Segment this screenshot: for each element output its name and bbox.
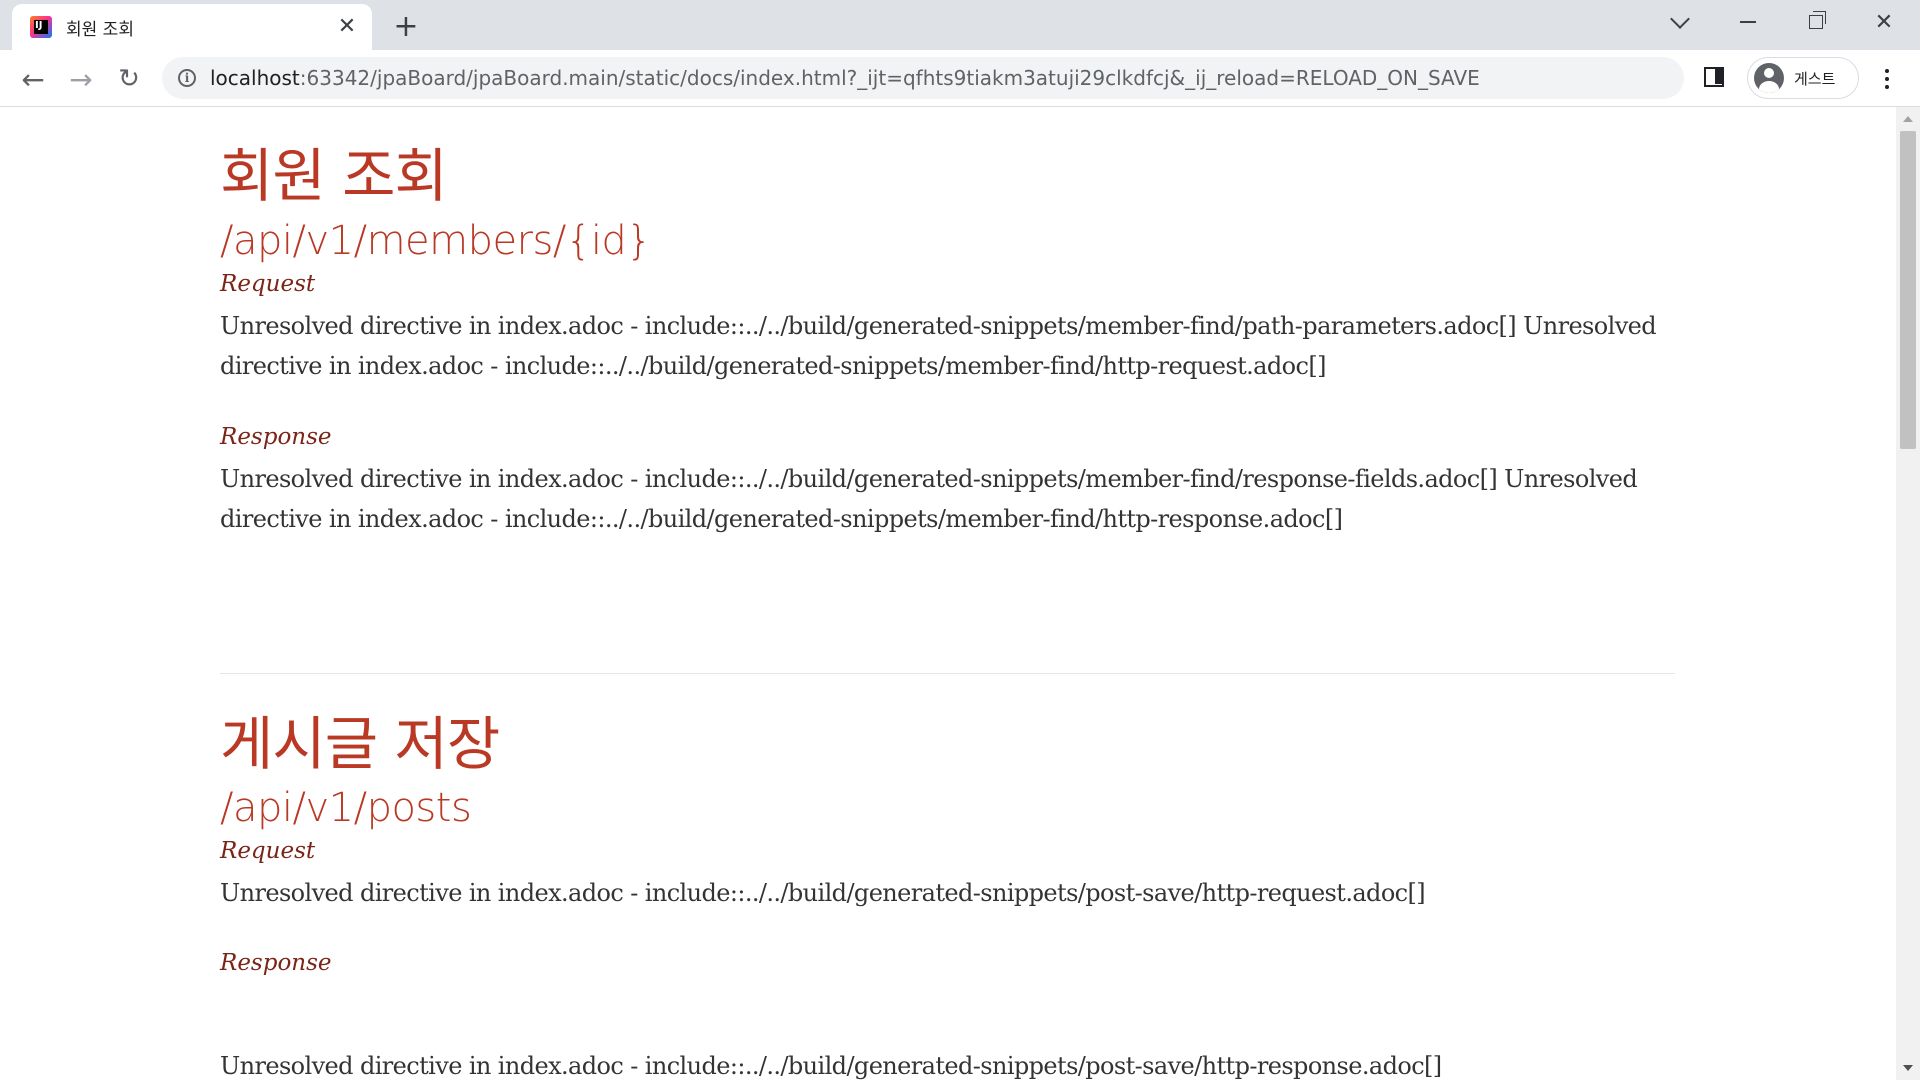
request-label: Request xyxy=(220,271,316,297)
endpoint-heading: /api/v1/members/{id} xyxy=(220,218,652,264)
endpoint-heading: /api/v1/posts xyxy=(220,785,472,831)
forward-button[interactable]: → xyxy=(64,62,98,96)
request-label: Request xyxy=(220,838,316,864)
new-tab-button[interactable]: + xyxy=(390,9,422,44)
tab-title: 회원 조회 xyxy=(66,19,134,40)
more-vert-icon[interactable] xyxy=(1872,64,1902,94)
tab-close-button[interactable]: ✕ xyxy=(336,16,358,38)
scroll-down-icon[interactable] xyxy=(1903,1065,1913,1071)
url-host: localhost xyxy=(210,66,300,90)
scroll-up-icon[interactable] xyxy=(1903,116,1913,122)
intellij-icon: IJ xyxy=(30,16,52,38)
reload-button[interactable]: ↻ xyxy=(112,62,146,96)
page-viewport: 회원 조회 /api/v1/members/{id} Request Unres… xyxy=(0,107,1896,1080)
minimize-button[interactable] xyxy=(1728,6,1768,38)
response-label: Response xyxy=(220,424,332,450)
section-divider xyxy=(220,673,1675,674)
chevron-down-icon xyxy=(1670,9,1690,29)
response-text: Unresolved directive in index.adoc - inc… xyxy=(220,465,1638,533)
url-path: :63342/jpaBoard/jpaBoard.main/static/doc… xyxy=(299,66,1480,90)
address-bar[interactable]: i localhost:63342/jpaBoard/jpaBoard.main… xyxy=(162,57,1684,99)
page-scrollbar[interactable] xyxy=(1896,107,1920,1080)
request-text: Unresolved directive in index.adoc - inc… xyxy=(220,879,1426,907)
restore-button[interactable] xyxy=(1796,6,1836,38)
info-icon[interactable]: i xyxy=(178,69,196,87)
browser-tab[interactable]: IJ 회원 조회 ✕ xyxy=(12,4,372,50)
scroll-thumb[interactable] xyxy=(1900,131,1916,449)
url-text[interactable]: localhost:63342/jpaBoard/jpaBoard.main/s… xyxy=(210,66,1480,90)
restore-icon xyxy=(1809,11,1826,29)
account-icon xyxy=(1754,63,1784,93)
response-text: Unresolved directive in index.adoc - inc… xyxy=(220,1052,1442,1080)
back-button[interactable]: ← xyxy=(16,62,50,96)
section-heading: 회원 조회 xyxy=(220,142,448,210)
section-heading: 게시글 저장 xyxy=(220,710,500,778)
profile-button[interactable]: 게스트 xyxy=(1747,57,1859,99)
minimize-icon xyxy=(1740,21,1756,23)
browser-toolbar: ← → ↻ i localhost:63342/jpaBoard/jpaBoar… xyxy=(0,50,1920,107)
request-text: Unresolved directive in index.adoc - inc… xyxy=(220,312,1657,380)
window-close-button[interactable]: ✕ xyxy=(1864,6,1904,38)
profile-label: 게스트 xyxy=(1794,69,1836,88)
tab-strip: IJ 회원 조회 ✕ + ✕ xyxy=(0,0,1920,50)
tab-search-button[interactable] xyxy=(1660,6,1700,38)
response-label: Response xyxy=(220,950,332,976)
side-panel-icon[interactable] xyxy=(1704,67,1724,87)
